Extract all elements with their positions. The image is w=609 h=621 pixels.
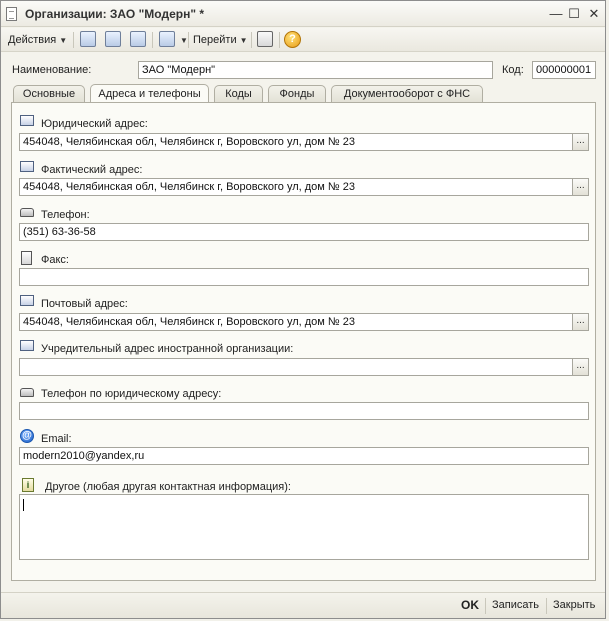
toolbar: Действия ▼ ▼ Перейти ▼ ? [1, 28, 605, 52]
chevron-down-icon: ▼ [59, 36, 68, 45]
close-dialog-button[interactable]: Закрыть [553, 599, 595, 611]
goto-menu[interactable]: Перейти ▼ [193, 31, 248, 49]
minimize-button[interactable]: — [549, 7, 563, 21]
tab-main[interactable]: Основные [13, 85, 85, 103]
address-card-icon [20, 340, 34, 351]
legal-address-select-button[interactable]: ... [572, 133, 589, 151]
list-icon[interactable] [257, 31, 273, 47]
actions-menu-label: Действия [8, 34, 57, 46]
address-card-icon [20, 295, 34, 306]
tab-addresses-phones[interactable]: Адреса и телефоны [90, 84, 209, 103]
legal-address-label: Юридический адрес: [41, 118, 148, 130]
goto-menu-label: Перейти [193, 34, 237, 46]
maximize-button[interactable]: ☐ [567, 7, 581, 21]
text-cursor [23, 499, 24, 511]
foreign-address-label: Учредительный адрес иностранной организа… [41, 343, 294, 355]
tab-fns-workflow[interactable]: Документооборот с ФНС [331, 85, 483, 103]
email-field[interactable]: modern2010@yandex,ru [19, 447, 589, 465]
legal-address-field[interactable]: 454048, Челябинская обл, Челябинск г, Во… [19, 133, 573, 151]
phone-icon [20, 388, 34, 397]
dialog-footer: OK Записать Закрыть [1, 592, 605, 618]
actual-address-select-button[interactable]: ... [572, 178, 589, 196]
fax-icon [21, 251, 32, 265]
copy-record-icon[interactable] [80, 31, 96, 47]
code-field[interactable]: 000000001 [532, 61, 596, 79]
document-icon [6, 7, 17, 21]
tab-funds[interactable]: Фонды [268, 85, 326, 103]
based-on-icon[interactable] [159, 31, 175, 47]
name-field[interactable]: ЗАО "Модерн" [138, 61, 493, 79]
footer-divider [485, 598, 486, 614]
window-title: Организации: ЗАО "Модерн" * [25, 7, 205, 21]
legal-phone-label: Телефон по юридическому адресу: [41, 388, 222, 400]
chevron-down-icon: ▼ [239, 36, 248, 45]
toolbar-divider [188, 32, 189, 48]
email-label: Email: [41, 433, 72, 445]
phone-label: Телефон: [41, 209, 90, 221]
refresh-icon[interactable] [105, 31, 121, 47]
find-in-list-icon[interactable] [130, 31, 146, 47]
organization-window: Организации: ЗАО "Модерн" * — ☐ ✕ Действ… [0, 0, 606, 619]
title-bar[interactable]: Организации: ЗАО "Модерн" * — ☐ ✕ [1, 1, 605, 27]
phone-icon [20, 208, 34, 217]
help-icon[interactable]: ? [284, 31, 301, 48]
code-label: Код: [502, 64, 524, 76]
chevron-down-icon[interactable]: ▼ [180, 36, 188, 45]
toolbar-divider [73, 32, 74, 48]
actual-address-label: Фактический адрес: [41, 164, 143, 176]
info-note-icon: i [22, 478, 34, 492]
address-card-icon [20, 161, 34, 172]
address-card-icon [20, 115, 34, 126]
foreign-address-field[interactable] [19, 358, 573, 376]
actual-address-field[interactable]: 454048, Челябинская обл, Челябинск г, Во… [19, 178, 573, 196]
close-button[interactable]: ✕ [587, 7, 601, 21]
postal-address-field[interactable]: 454048, Челябинская обл, Челябинск г, Во… [19, 313, 573, 331]
actions-menu[interactable]: Действия ▼ [8, 31, 67, 49]
ok-button[interactable]: OK [461, 598, 479, 612]
tab-codes[interactable]: Коды [214, 85, 263, 103]
fax-label: Факс: [41, 254, 69, 266]
toolbar-divider [279, 32, 280, 48]
email-icon: @ [20, 429, 34, 443]
postal-address-label: Почтовый адрес: [41, 298, 128, 310]
fax-field[interactable] [19, 268, 589, 286]
legal-phone-field[interactable] [19, 402, 589, 420]
other-contact-textarea[interactable] [19, 494, 589, 560]
phone-field[interactable]: (351) 63-36-58 [19, 223, 589, 241]
foreign-address-select-button[interactable]: ... [572, 358, 589, 376]
save-button[interactable]: Записать [492, 599, 539, 611]
other-contact-label: Другое (любая другая контактная информац… [45, 481, 291, 493]
name-label: Наименование: [12, 64, 92, 76]
toolbar-divider [152, 32, 153, 48]
postal-address-select-button[interactable]: ... [572, 313, 589, 331]
toolbar-divider [251, 32, 252, 48]
footer-divider [546, 598, 547, 614]
